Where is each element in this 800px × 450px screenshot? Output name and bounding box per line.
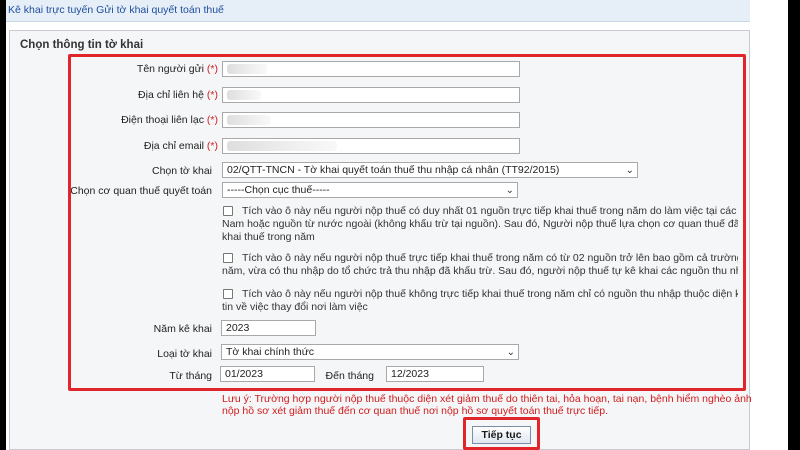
left-black-border — [0, 0, 6, 450]
breadcrumb[interactable]: Kê khai trực tuyến Gửi tờ khai quyết toá… — [8, 4, 224, 16]
breadcrumb-bar: Kê khai trực tuyến Gửi tờ khai quyết toá… — [6, 0, 750, 22]
screen: Kê khai trực tuyến Gửi tờ khai quyết toá… — [0, 0, 800, 450]
tax-reduction-note: Lưu ý: Trường hợp người nộp thuế thuộc d… — [222, 393, 752, 417]
highlight-frame-form — [68, 54, 746, 391]
continue-button[interactable]: Tiếp tục — [472, 426, 531, 444]
right-black-border — [788, 0, 800, 450]
panel-title: Chọn thông tin tờ khai — [20, 39, 144, 51]
highlight-frame-button: Tiếp tục — [463, 417, 540, 450]
